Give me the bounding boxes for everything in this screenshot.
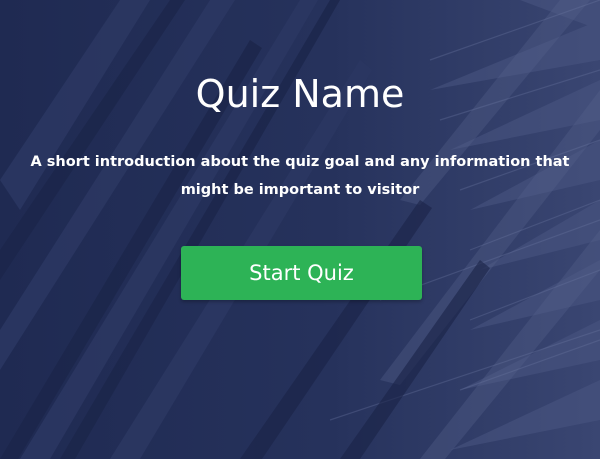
quiz-title: Quiz Name — [195, 72, 405, 116]
quiz-intro-panel: Quiz Name A short introduction about the… — [0, 0, 600, 459]
quiz-start-screen: Quiz Name A short introduction about the… — [0, 0, 600, 459]
quiz-description: A short introduction about the quiz goal… — [30, 154, 570, 198]
start-quiz-button[interactable]: Start Quiz — [181, 246, 422, 300]
